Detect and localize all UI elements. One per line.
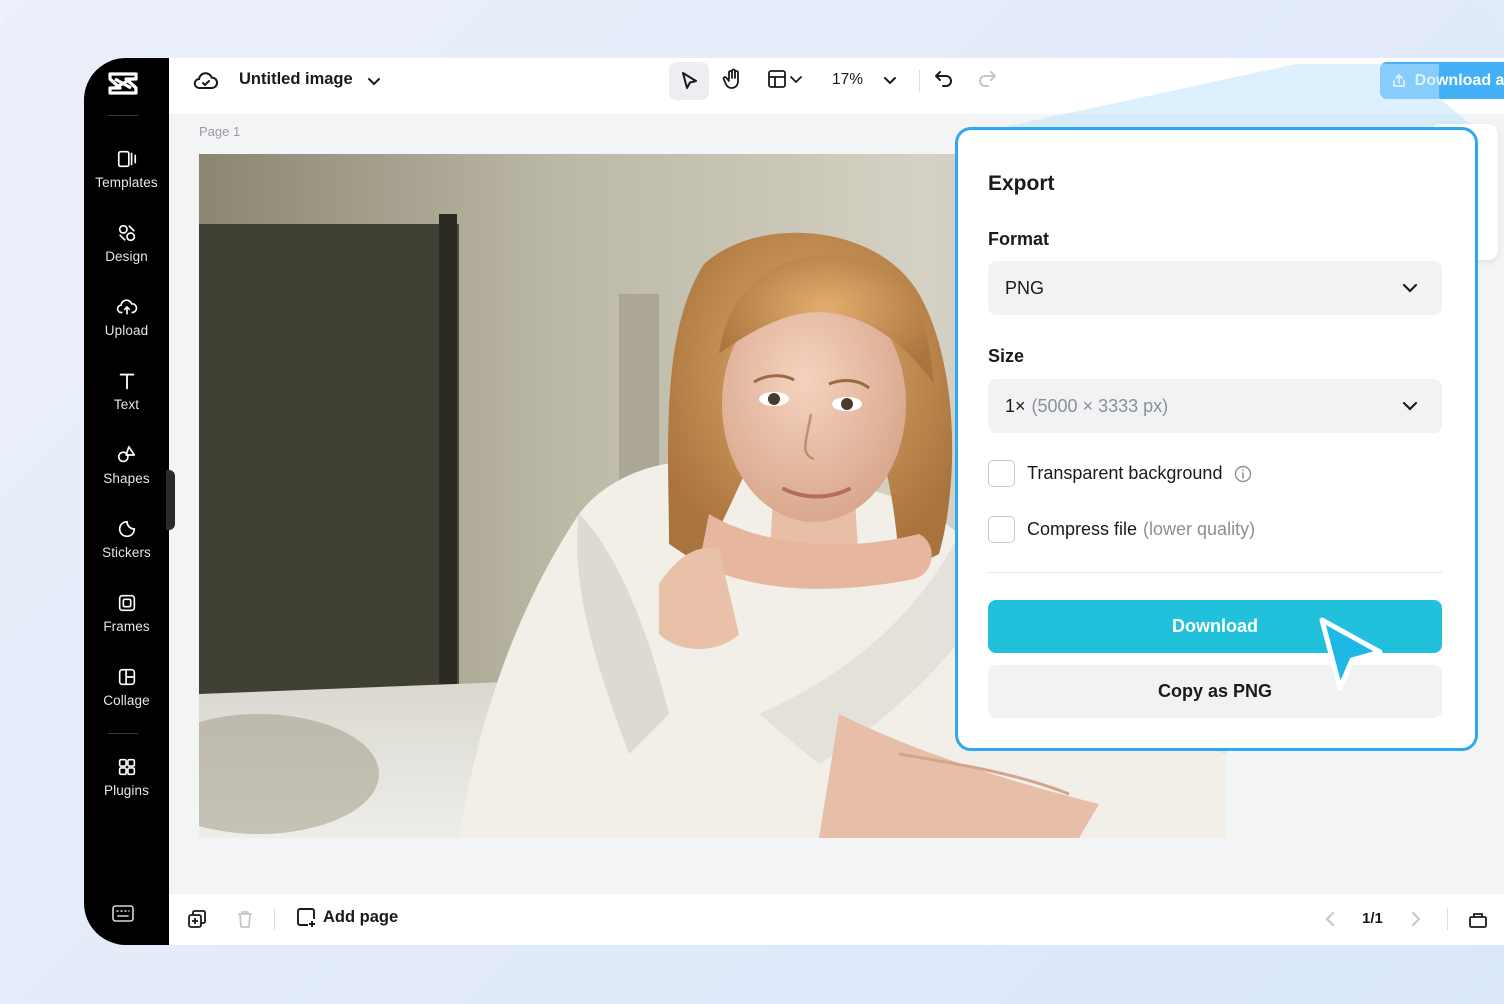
sidebar-item-label: Design	[105, 249, 148, 264]
sidebar-item-upload[interactable]: Upload	[84, 296, 169, 356]
sidebar-divider	[108, 115, 138, 116]
panel-divider	[988, 572, 1442, 573]
sidebar-item-design[interactable]: Design	[84, 222, 169, 282]
format-label: Format	[988, 229, 1050, 249]
hand-tool-icon[interactable]	[721, 67, 745, 91]
sidebar-item-label: Upload	[104, 323, 149, 338]
duplicate-page-icon[interactable]	[186, 908, 208, 930]
size-select[interactable]: 1× (5000 × 3333 px)	[988, 379, 1442, 433]
page-panel-icon[interactable]	[1467, 908, 1489, 930]
sidebar-item-templates[interactable]: Templates	[84, 148, 169, 208]
compress-file-checkbox[interactable]	[988, 516, 1015, 543]
size-label: Size	[988, 346, 1025, 366]
toolbar-divider	[1447, 908, 1448, 930]
undo-icon[interactable]	[932, 67, 956, 91]
cloud-sync-icon[interactable]	[193, 68, 219, 94]
chevron-right-icon[interactable]	[1405, 908, 1427, 930]
sidebar-item-plugins[interactable]: Plugins	[84, 756, 169, 816]
sidebar-item-label: Text	[113, 397, 140, 412]
pointer-icon	[682, 72, 697, 89]
add-page-label: Add page	[323, 907, 399, 926]
transparent-background-checkbox[interactable]	[988, 460, 1015, 487]
chevron-down-icon	[1402, 401, 1418, 411]
toolbar-divider	[274, 908, 275, 930]
shapes-icon	[117, 445, 135, 463]
left-sidebar: Templates Design Upload Text Shapes Stic…	[84, 58, 169, 945]
format-select[interactable]: PNG	[988, 261, 1442, 315]
zoom-level[interactable]: 17%	[832, 71, 863, 89]
page-label: Page 1	[199, 124, 241, 139]
chevron-down-icon	[1402, 283, 1418, 293]
chevron-down-icon[interactable]	[881, 71, 899, 89]
sidebar-item-label: Stickers	[102, 545, 151, 560]
sidebar-item-frames[interactable]: Frames	[84, 592, 169, 652]
toolbar-divider	[919, 70, 920, 92]
sidebar-item-label: Templates	[95, 175, 158, 190]
stickers-icon	[118, 520, 135, 538]
capcut-logo-icon[interactable]	[106, 66, 140, 100]
mouse-cursor-icon	[1319, 617, 1383, 691]
sidebar-item-stickers[interactable]: Stickers	[84, 518, 169, 578]
sidebar-item-label: Shapes	[103, 471, 150, 486]
export-icon	[1392, 73, 1405, 87]
templates-icon	[117, 150, 136, 168]
compress-file-option: Compress file (lower quality)	[988, 516, 1255, 543]
chevron-down-icon[interactable]	[365, 72, 383, 90]
compress-file-note: (lower quality)	[1143, 519, 1256, 539]
transparent-background-label: Transparent background	[1027, 463, 1223, 483]
compress-file-label: Compress file	[1027, 519, 1138, 539]
chevron-down-icon[interactable]	[788, 71, 804, 87]
text-icon	[119, 373, 134, 390]
sidebar-item-shapes[interactable]: Shapes	[84, 444, 169, 504]
page-counter: 1/1	[1362, 910, 1383, 927]
add-page-icon	[297, 908, 315, 927]
upload-icon	[116, 299, 137, 315]
keyboard-shortcuts-icon[interactable]	[111, 903, 135, 925]
select-tool-button[interactable]	[669, 62, 709, 100]
bottom-toolbar: Add page 1/1	[169, 894, 1504, 945]
format-value: PNG	[1005, 277, 1045, 298]
frames-icon	[118, 594, 135, 612]
sidebar-item-label: Collage	[103, 693, 150, 708]
top-toolbar: Untitled image 17% Download all	[169, 58, 1504, 114]
layout-icon[interactable]	[765, 67, 789, 91]
plugins-icon	[118, 758, 135, 776]
redo-icon[interactable]	[975, 67, 999, 91]
info-icon[interactable]	[1234, 465, 1252, 483]
sidebar-divider	[108, 733, 138, 734]
document-title[interactable]: Untitled image	[239, 70, 353, 89]
download-all-button[interactable]: Download all	[1380, 62, 1504, 99]
sidebar-item-collage[interactable]: Collage	[84, 666, 169, 726]
chevron-left-icon[interactable]	[1319, 908, 1341, 930]
transparent-background-option: Transparent background	[988, 460, 1252, 487]
add-page-button[interactable]: Add page	[295, 906, 398, 928]
sidebar-item-label: Frames	[103, 619, 150, 634]
download-all-label: Download all	[1414, 71, 1504, 89]
export-panel: Export Format PNG Size 1× (5000 × 3333 p…	[955, 127, 1478, 751]
sidebar-collapse-handle[interactable]	[166, 470, 175, 530]
delete-page-icon[interactable]	[234, 908, 256, 930]
sidebar-item-text[interactable]: Text	[84, 370, 169, 430]
size-detail: (5000 × 3333 px)	[1031, 395, 1169, 416]
export-title: Export	[988, 172, 1055, 195]
collage-icon	[118, 668, 135, 686]
size-value: 1×	[1005, 395, 1026, 416]
design-icon	[118, 224, 135, 242]
sidebar-item-label: Plugins	[104, 783, 149, 798]
